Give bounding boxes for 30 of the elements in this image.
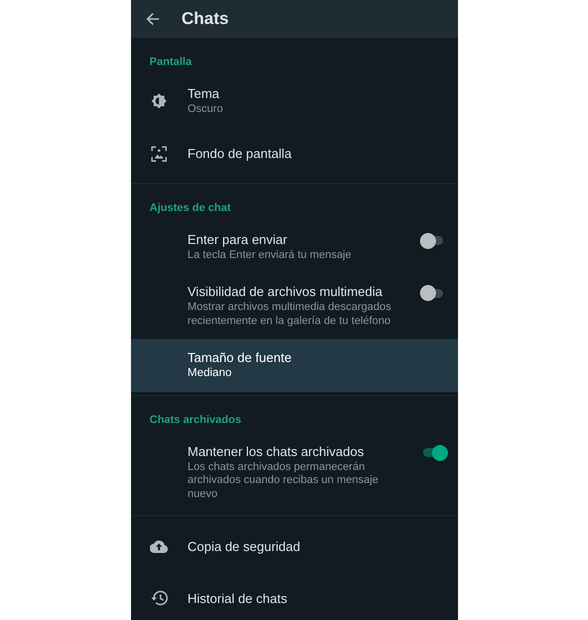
settings-row[interactable]: Fondo de pantalla (130, 128, 458, 180)
settings-row[interactable]: Mantener los chats archivados Los chats archivados permanecerán archivados cuando recibas un mensaje nuevo (130, 432, 458, 512)
wallpaper-icon (151, 146, 167, 162)
setting-subtitle: Oscuro (188, 103, 223, 116)
toggle-switch[interactable] (420, 232, 446, 248)
settings-row[interactable]: Visibilidad de archivos multimedia Mostrar archivos multimedia descargados recientemente en la galería de tu teléfono (130, 273, 458, 339)
setting-title: Tema (188, 85, 220, 102)
setting-title: Historial de chats (188, 590, 288, 606)
settings-row[interactable]: Tamaño de fuente Mediano (130, 339, 458, 392)
setting-subtitle: Mostrar archivos multimedia descargados recientemente en la galería de tu teléfono (188, 301, 392, 328)
setting-subtitle: La tecla Enter enviará tu mensaje (188, 248, 352, 262)
setting-subtitle: Los chats archivados permanecerán archivados cuando recibas un mensaje nuevo (188, 460, 380, 501)
section-header: Chats archivados (148, 412, 242, 428)
setting-title: Mantener los chats archivados (188, 442, 364, 460)
section-header: Pantalla (148, 55, 192, 70)
settings-row[interactable]: Historial de chats (130, 572, 458, 620)
section-header: Ajustes de chat (148, 200, 231, 216)
setting-subtitle: Mediano (188, 367, 232, 380)
setting-title: Fondo de pantalla (188, 145, 292, 162)
settings-row[interactable]: Enter para enviar La tecla Enter enviará tu mensaje (130, 220, 458, 273)
back-arrow-icon[interactable] (146, 12, 160, 26)
setting-title: Enter para enviar (188, 230, 288, 248)
setting-title: Copia de seguridad (188, 538, 300, 554)
screen-title: Chats (182, 9, 229, 29)
toggle-switch[interactable] (420, 285, 446, 301)
brightness-icon (151, 92, 167, 109)
settings-row[interactable]: Copia de seguridad (130, 520, 458, 572)
setting-title: Tamaño de fuente (188, 349, 292, 366)
settings-row[interactable]: Tema Oscuro (130, 75, 458, 128)
setting-title: Visibilidad de archivos multimedia (188, 283, 382, 300)
